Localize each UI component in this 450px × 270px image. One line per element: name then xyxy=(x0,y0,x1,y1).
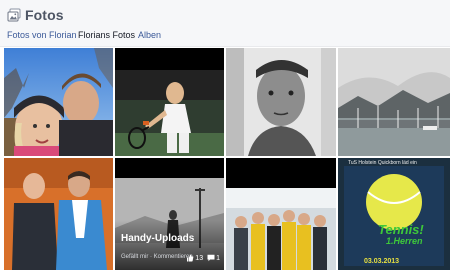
comment-icon xyxy=(207,254,215,262)
album-counts: 13 1 xyxy=(186,254,220,262)
tab-alben[interactable]: Alben xyxy=(138,30,161,40)
tab-florians-fotos[interactable]: Florians Fotos xyxy=(78,30,135,40)
photo-tile-8[interactable]: TuS Holstein Quickborn läd ein Tennis! 1… xyxy=(338,158,450,270)
album-title[interactable]: Handy-Uploads xyxy=(121,233,194,244)
thumbs-up-icon xyxy=(187,254,194,262)
album-actions[interactable]: Gefällt mir · Kommentieren xyxy=(121,254,193,260)
page-title: Fotos xyxy=(25,7,64,23)
poster-headline: Tennis! xyxy=(378,222,424,237)
photo-tile-4[interactable] xyxy=(338,48,450,156)
photo-bw-portrait xyxy=(226,48,336,156)
photo-team-group xyxy=(226,158,336,270)
photo-harbor-landscape xyxy=(338,48,450,156)
album-tile-handy-uploads[interactable]: Handy-Uploads Gefällt mir · Kommentieren… xyxy=(115,158,224,270)
comment-count-value: 1 xyxy=(216,254,220,262)
like-count[interactable]: 13 xyxy=(186,254,203,262)
photo-tile-3[interactable] xyxy=(226,48,336,156)
photo-grid: Handy-Uploads Gefällt mir · Kommentieren… xyxy=(0,48,450,270)
photos-icon xyxy=(7,8,21,22)
poster-top-text: TuS Holstein Quickborn läd ein xyxy=(348,160,417,166)
photo-tile-1[interactable] xyxy=(4,48,113,156)
photos-header: Fotos Fotos von Florian Florians Fotos A… xyxy=(0,0,450,47)
poster-subline: 1.Herren xyxy=(386,236,423,246)
photo-tennis-poster xyxy=(338,158,450,270)
album-overlay xyxy=(115,220,224,270)
like-count-value: 13 xyxy=(195,254,204,262)
photo-tennis-player-indoor xyxy=(115,48,224,156)
photo-tile-5[interactable] xyxy=(4,158,113,270)
comment-count[interactable]: 1 xyxy=(207,254,220,262)
photo-tennis-duo xyxy=(4,158,113,270)
poster-date: 03.03.2013 xyxy=(364,258,400,265)
photo-selfie-couple xyxy=(4,48,113,156)
photo-tile-2[interactable] xyxy=(115,48,224,156)
tab-fotos-von-florian[interactable]: Fotos von Florian xyxy=(7,30,77,40)
photo-tile-7[interactable] xyxy=(226,158,336,270)
